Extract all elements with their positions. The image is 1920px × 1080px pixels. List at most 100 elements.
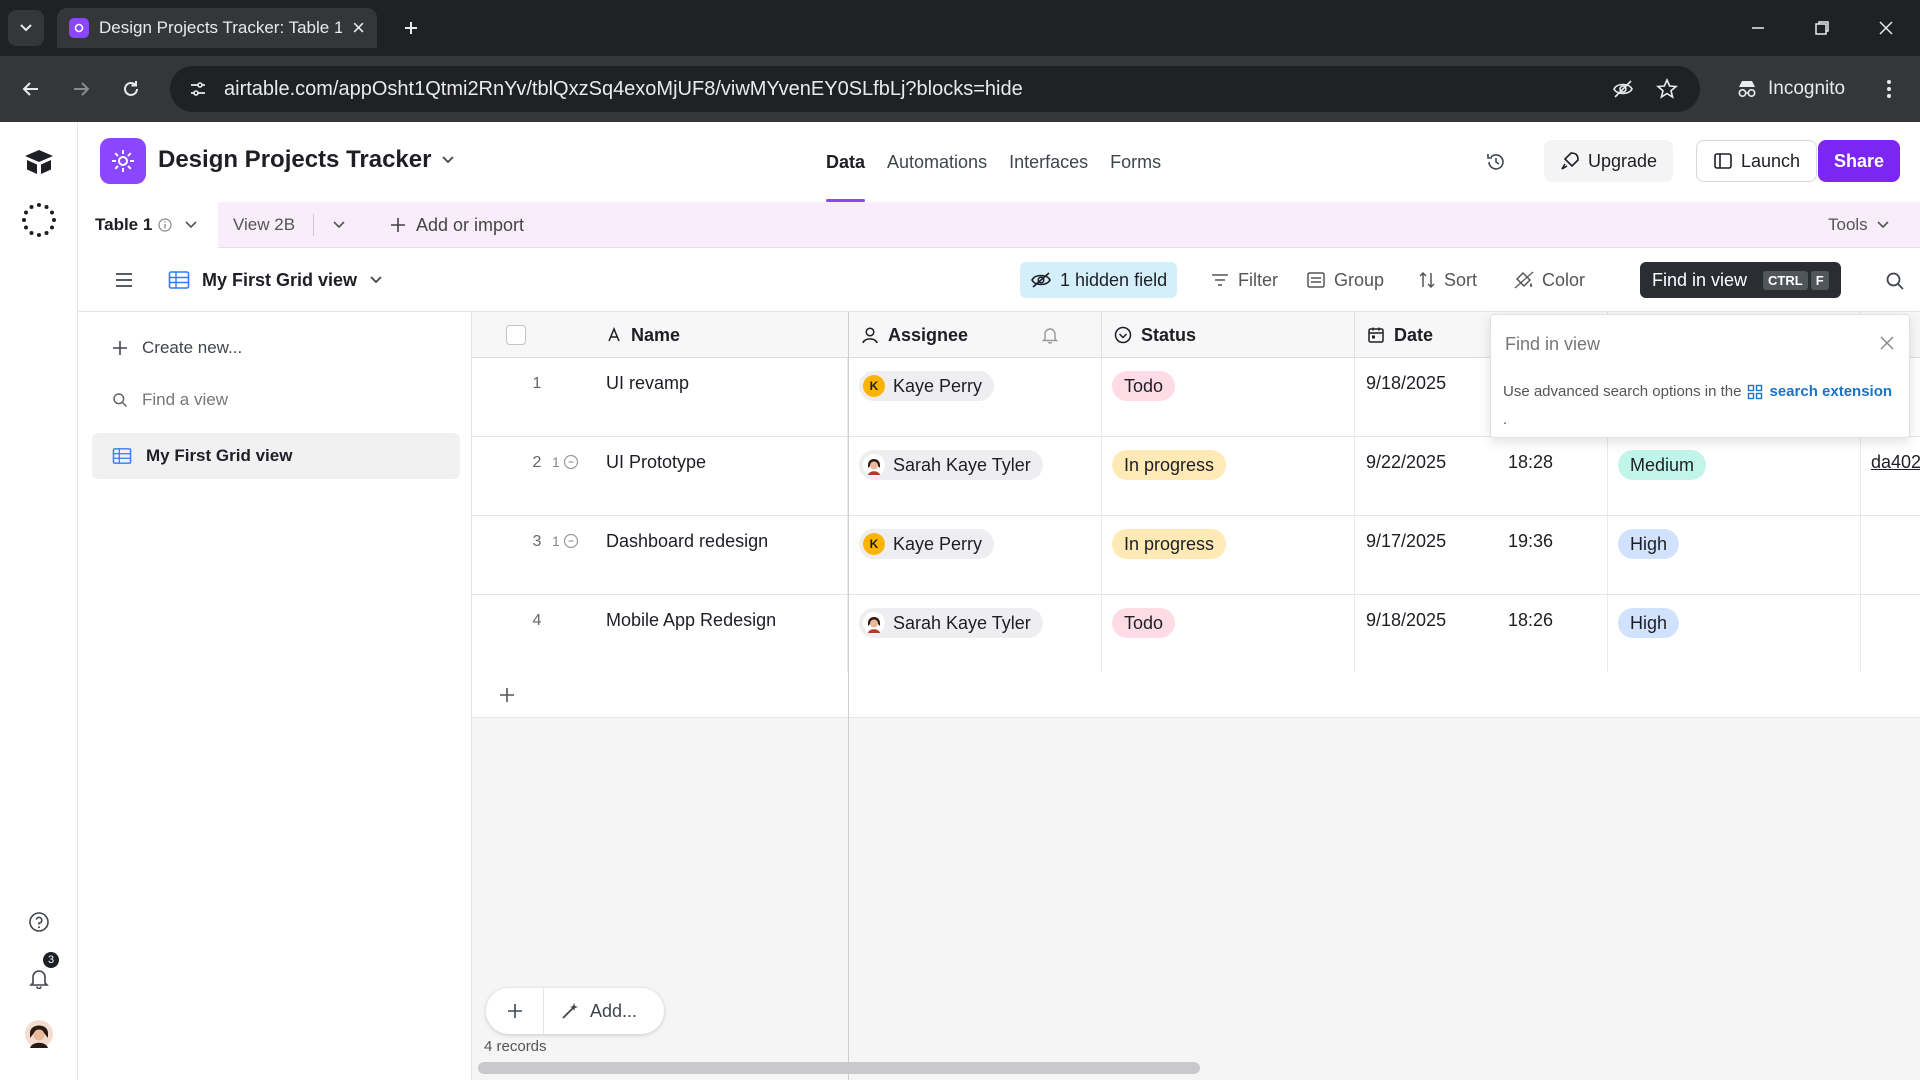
- find-view-input[interactable]: [142, 390, 422, 410]
- address-bar[interactable]: airtable.com/appOsht1Qtmi2RnYv/tblQxzSq4…: [170, 66, 1700, 112]
- column-header-assignee[interactable]: Assignee: [849, 312, 1102, 358]
- forward-button[interactable]: [64, 72, 98, 106]
- close-window-button[interactable]: [1868, 10, 1904, 46]
- tab-forms[interactable]: Forms: [1110, 122, 1161, 202]
- cell-date[interactable]: 9/18/2025 18:26: [1355, 595, 1608, 674]
- find-in-view-input[interactable]: [1505, 327, 1845, 361]
- new-tab-button[interactable]: [395, 12, 427, 44]
- add-with-ai-button[interactable]: Add...: [544, 1001, 637, 1022]
- cell-date[interactable]: 9/17/2025 19:36: [1355, 516, 1608, 595]
- search-extension-link[interactable]: search extension: [1747, 383, 1892, 400]
- add-or-import-button[interactable]: Add or import: [390, 202, 524, 248]
- sort-label: Sort: [1444, 269, 1478, 290]
- sidebar-view-item[interactable]: My First Grid view: [92, 433, 460, 479]
- cell-status[interactable]: In progress: [1102, 516, 1355, 595]
- revision-history-button[interactable]: [1478, 144, 1514, 180]
- table-row[interactable]: 4 Mobile App Redesign Sarah Kaye Tyler T…: [472, 595, 1920, 674]
- record-count: 4 records: [484, 1038, 547, 1055]
- base-title[interactable]: Design Projects Tracker: [158, 146, 455, 174]
- tab-search-button[interactable]: [8, 10, 44, 46]
- back-button[interactable]: [14, 72, 48, 106]
- column-assignee-label: Assignee: [888, 324, 969, 345]
- view-switcher[interactable]: My First Grid view: [168, 248, 383, 312]
- cell-assignee[interactable]: Sarah Kaye Tyler: [849, 595, 1102, 674]
- filter-label: Filter: [1238, 269, 1278, 290]
- cell-status[interactable]: Todo: [1102, 358, 1355, 437]
- table-row[interactable]: 3 1 Dashboard redesign K Kaye Perry In p…: [472, 516, 1920, 595]
- restore-button[interactable]: [1804, 10, 1840, 46]
- bookmark-star-icon[interactable]: [1652, 74, 1682, 104]
- cell-priority[interactable]: High: [1608, 595, 1861, 674]
- notifications-button[interactable]: 3: [19, 952, 59, 998]
- add-record-button[interactable]: [492, 680, 522, 710]
- toggle-sidebar-button[interactable]: [110, 266, 138, 294]
- app-header: Design Projects Tracker Data Automations…: [78, 122, 1920, 202]
- tab-interfaces[interactable]: Interfaces: [1009, 122, 1088, 202]
- row-number: 2: [532, 454, 542, 471]
- column-name-label: Name: [631, 324, 681, 345]
- hamburger-icon: [116, 273, 132, 287]
- table-tab[interactable]: Table 1: [78, 202, 218, 248]
- tab-automations[interactable]: Automations: [887, 122, 987, 202]
- horizontal-scrollbar[interactable]: [478, 1062, 1200, 1074]
- cell-link[interactable]: da402: [1861, 437, 1920, 516]
- minimize-button[interactable]: [1740, 10, 1776, 46]
- comment-count[interactable]: 1: [552, 533, 579, 549]
- cell-name[interactable]: Dashboard redesign: [602, 516, 848, 595]
- home-logo-button[interactable]: [19, 142, 59, 182]
- cell-date[interactable]: 9/22/2025 18:28: [1355, 437, 1608, 516]
- cell-name[interactable]: UI revamp: [602, 358, 848, 437]
- link-value[interactable]: da402: [1871, 452, 1920, 473]
- cell-name[interactable]: UI Prototype: [602, 437, 848, 516]
- find-in-view-panel: Use advanced search options in the searc…: [1490, 314, 1910, 438]
- time-value: 18:26: [1508, 610, 1554, 630]
- user-avatar-icon: [868, 459, 880, 475]
- cell-link[interactable]: [1861, 516, 1920, 595]
- table-row[interactable]: 2 1 UI Prototype Sarah Kaye Tyler In pro…: [472, 437, 1920, 516]
- cell-name[interactable]: Mobile App Redesign: [602, 595, 848, 674]
- tools-menu[interactable]: Tools: [1828, 202, 1890, 248]
- create-new-view-button[interactable]: Create new...: [92, 325, 460, 371]
- cell-priority[interactable]: Medium: [1608, 437, 1861, 516]
- chevron-down-icon: [333, 221, 345, 229]
- close-find-button[interactable]: [1873, 329, 1901, 357]
- bottom-add-record-button[interactable]: [486, 988, 544, 1034]
- hidden-fields-button[interactable]: 1 hidden field: [1020, 262, 1178, 298]
- upgrade-button[interactable]: Upgrade: [1544, 140, 1674, 182]
- left-rail: 3: [0, 122, 78, 1080]
- eye-off-icon[interactable]: [1608, 74, 1638, 104]
- browser-menu-button[interactable]: [1872, 72, 1906, 106]
- cell-link[interactable]: [1861, 595, 1920, 674]
- incognito-indicator[interactable]: Incognito: [1720, 68, 1861, 110]
- launch-button[interactable]: Launch: [1696, 140, 1818, 182]
- cell-status[interactable]: In progress: [1102, 437, 1355, 516]
- comment-count[interactable]: 1: [552, 454, 579, 470]
- cell-priority[interactable]: High: [1608, 516, 1861, 595]
- search-button[interactable]: [1878, 264, 1912, 298]
- share-button[interactable]: Share: [1818, 140, 1901, 182]
- color-button[interactable]: Color: [1504, 262, 1595, 298]
- find-view-field[interactable]: [92, 377, 460, 423]
- sort-button[interactable]: Sort: [1408, 262, 1487, 298]
- site-settings-icon: [191, 82, 205, 96]
- select-all-checkbox[interactable]: [506, 325, 526, 345]
- find-hint-text: Use advanced search options in the: [1503, 383, 1742, 400]
- cell-assignee[interactable]: K Kaye Perry: [849, 358, 1102, 437]
- base-logo-icon[interactable]: [100, 138, 146, 184]
- cell-assignee[interactable]: K Kaye Perry: [849, 516, 1102, 595]
- filter-button[interactable]: Filter: [1200, 262, 1288, 298]
- column-header-status[interactable]: Status: [1102, 312, 1355, 358]
- group-button[interactable]: Group: [1296, 262, 1394, 298]
- column-header-name[interactable]: Name: [606, 325, 680, 346]
- cell-assignee[interactable]: Sarah Kaye Tyler: [849, 437, 1102, 516]
- cell-status[interactable]: Todo: [1102, 595, 1355, 674]
- incognito-icon: [1738, 81, 1756, 98]
- tab-close-icon[interactable]: ×: [352, 17, 365, 39]
- reload-button[interactable]: [114, 72, 148, 106]
- help-button[interactable]: [19, 902, 59, 942]
- account-avatar[interactable]: [19, 1014, 59, 1054]
- view-tab[interactable]: View 2B: [233, 202, 346, 248]
- browser-tab[interactable]: Design Projects Tracker: Table 1 ×: [57, 8, 377, 48]
- tab-data[interactable]: Data: [826, 122, 866, 202]
- add-record-row[interactable]: [472, 672, 848, 718]
